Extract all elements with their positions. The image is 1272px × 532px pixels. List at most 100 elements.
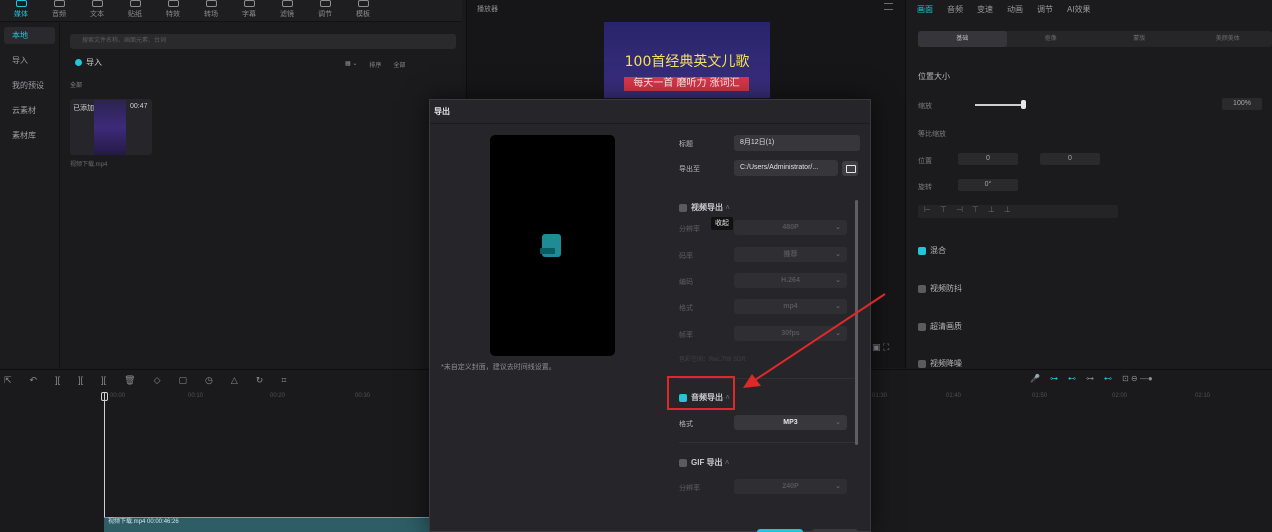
divider — [679, 442, 859, 443]
title-input[interactable]: 8月12日(1) — [734, 135, 860, 151]
stabilize-row[interactable]: 视频防抖 — [918, 283, 962, 294]
undo-icon[interactable]: ↶ — [30, 375, 38, 386]
toolbar-template[interactable]: 模板 — [346, 0, 380, 22]
timeline-clip[interactable]: 视频下载.mp4 00:00:46:26 — [104, 517, 430, 532]
subtab-beauty[interactable]: 美颜美体 — [1184, 31, 1272, 47]
menu-icon[interactable] — [884, 3, 893, 10]
filter-button[interactable]: 全部 — [393, 60, 405, 69]
chevron-down-icon: ⌄ — [835, 277, 841, 284]
codec-select[interactable]: H.264 ⌄ — [734, 273, 847, 288]
freeze-icon[interactable]: ▢ — [179, 375, 188, 386]
mirror-icon[interactable]: △ — [231, 375, 238, 386]
sidebar-item-import[interactable]: 导入 — [0, 48, 59, 73]
scale-value[interactable]: 100% — [1222, 98, 1262, 110]
bitrate-label: 码率 — [679, 253, 693, 260]
toolbar-transition-label: 转场 — [204, 11, 218, 18]
toolbar-text-label: 文本 — [90, 11, 104, 18]
annotation-arrow — [743, 293, 886, 388]
toolbar-media[interactable]: 媒体 — [4, 0, 38, 22]
linkage-icon[interactable]: ⊷ — [1104, 374, 1112, 383]
toolbar-transition[interactable]: 转场 — [194, 0, 228, 22]
tab-audio[interactable]: 音频 — [947, 4, 963, 15]
snap-icon[interactable]: ⊷ — [1068, 374, 1076, 383]
checkbox-icon — [918, 359, 926, 368]
toolbar-subtitle[interactable]: 字幕 — [232, 0, 266, 22]
toolbar-sticker[interactable]: 贴纸 — [118, 0, 152, 22]
subtab-mask[interactable]: 蒙版 — [1095, 31, 1184, 47]
adjust-icon — [319, 0, 331, 7]
resolution-select[interactable]: 480P ⌄ — [734, 220, 847, 235]
tab-adjust[interactable]: 调节 — [1037, 4, 1053, 15]
sidebar-item-library[interactable]: 素材库 — [0, 123, 59, 148]
cover-note: *未自定义封面，建议去时间线设置。 — [441, 364, 556, 371]
scale-slider-handle[interactable] — [1021, 100, 1026, 109]
ruler-tick: 00:00 — [110, 393, 126, 399]
gif-resolution-label: 分辨率 — [679, 485, 700, 492]
denoise-row[interactable]: 视频降噪 — [918, 358, 962, 369]
tab-speed[interactable]: 变速 — [977, 4, 993, 15]
annotation-arrow-line — [748, 293, 886, 385]
select-tool-icon[interactable]: ⇱ — [4, 375, 12, 386]
toolbar-audio[interactable]: 音频 — [42, 0, 76, 22]
uniform-scale-label: 等比缩放 — [918, 131, 946, 138]
playhead-handle[interactable] — [101, 392, 108, 401]
video-export-label: 视频导出 — [691, 203, 723, 212]
toolbar-audio-label: 音频 — [52, 11, 66, 18]
sidebar-item-local[interactable]: 本地 — [4, 27, 55, 44]
view-toggle-icon[interactable]: ▦ ⌄ — [345, 60, 357, 69]
tab-ai-effects[interactable]: AI效果 — [1067, 4, 1091, 15]
crop-icon[interactable]: ⌗ — [281, 375, 286, 386]
toolbar-adjust[interactable]: 调节 — [308, 0, 342, 22]
left-sidebar: 本地 导入 我的预设 云素材 素材库 — [0, 23, 60, 368]
zoom-fit-icon[interactable]: ⊡ ⊖ —● — [1122, 374, 1153, 383]
position-y-input[interactable]: 0 — [1040, 153, 1100, 165]
video-export-toggle[interactable]: 视频导出 ˄ — [679, 202, 730, 213]
chevron-down-icon: ⌄ — [835, 251, 841, 258]
import-button[interactable]: 导入 — [75, 57, 102, 68]
split-right-icon[interactable]: ][ — [101, 375, 106, 385]
toolbar-effects[interactable]: 特效 — [156, 0, 190, 22]
subtab-cutout[interactable]: 抠像 — [1007, 31, 1096, 47]
rotate-input[interactable]: 0° — [958, 179, 1018, 191]
audio-icon — [53, 0, 65, 7]
sticker-icon — [129, 0, 141, 7]
playhead[interactable] — [104, 392, 105, 532]
sort-button[interactable]: 排序 — [369, 60, 381, 69]
scale-slider[interactable] — [975, 104, 1023, 106]
align-toolbar[interactable]: ⊢⊤⊣⊤⊥⊥ — [918, 205, 1118, 218]
mic-icon[interactable]: 🎤 — [1030, 374, 1040, 383]
marker-icon[interactable]: ◇ — [154, 375, 161, 386]
split-icon[interactable]: ][ — [55, 375, 60, 385]
toolbar-filter[interactable]: 滤镜 — [270, 0, 304, 22]
audio-format-select[interactable]: MP3 ⌄ — [734, 415, 847, 430]
export-path-input[interactable]: C:/Users/Administrator/... — [734, 160, 838, 176]
template-icon — [357, 0, 369, 7]
chevron-down-icon: ⌄ — [835, 483, 841, 490]
tab-animation[interactable]: 动画 — [1007, 4, 1023, 15]
link-icon[interactable]: ⊶ — [1050, 374, 1058, 383]
blend-row[interactable]: 混合 — [918, 245, 946, 256]
subtab-basic[interactable]: 基础 — [918, 31, 1007, 47]
toolbar-text[interactable]: 文本 — [80, 0, 114, 22]
chevron-up-icon: ˄ — [723, 203, 730, 212]
gif-export-toggle[interactable]: GIF 导出 ˄ — [679, 457, 729, 468]
subtitle-icon — [243, 0, 255, 7]
format-label: 格式 — [679, 305, 693, 312]
export-dialog-title: 导出 — [434, 107, 450, 116]
sidebar-item-presets[interactable]: 我的预设 — [0, 73, 59, 98]
position-size-heading: 位置大小 — [918, 72, 950, 81]
delete-icon[interactable]: 🗑 — [124, 375, 135, 386]
media-search-input[interactable]: 搜索文件名称、画面元素、台词 — [70, 34, 456, 49]
tab-picture[interactable]: 画面 — [917, 4, 933, 15]
sidebar-item-cloud[interactable]: 云素材 — [0, 98, 59, 123]
preview-axis-icon[interactable]: ⊶ — [1086, 374, 1094, 383]
bitrate-select[interactable]: 推荐 ⌄ — [734, 247, 847, 262]
gif-resolution-select[interactable]: 240P ⌄ — [734, 479, 847, 494]
position-x-input[interactable]: 0 — [958, 153, 1018, 165]
reverse-icon[interactable]: ◷ — [205, 375, 213, 386]
rotate-icon[interactable]: ↻ — [256, 375, 264, 386]
split-left-icon[interactable]: ][ — [78, 375, 83, 385]
folder-icon[interactable] — [842, 161, 858, 176]
hd-row[interactable]: 超清画质 — [918, 321, 962, 332]
media-icon — [15, 0, 27, 7]
